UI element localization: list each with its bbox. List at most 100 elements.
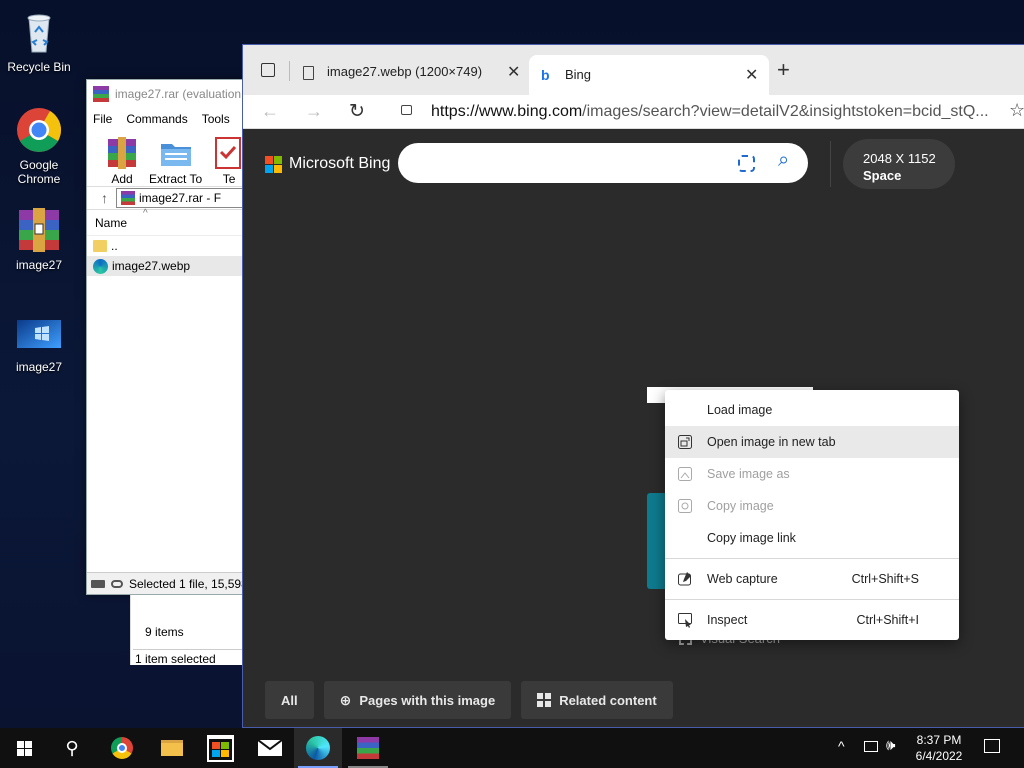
archive-small-icon [121,191,135,205]
menu-item-inspect[interactable]: Inspect Ctrl+Shift+I [665,604,959,636]
menu-item-shortcut: Ctrl+Shift+S [851,572,919,586]
forward-icon[interactable]: → [305,101,323,122]
add-button[interactable]: Add [105,136,139,186]
taskbar-chrome[interactable] [98,728,146,768]
add-archive-icon [105,136,139,170]
image-dimensions: 2048 X 1152 [863,151,936,166]
menu-item-web-capture[interactable]: Web capture Ctrl+Shift+S [665,563,959,595]
taskbar-store[interactable] [196,728,244,768]
taskbar-file-explorer[interactable] [148,728,196,768]
winrar-title: image27.rar (evaluation [115,87,242,101]
tab-related-content[interactable]: Related content [521,681,673,719]
winrar-window: image27.rar (evaluation File Commands To… [86,79,256,595]
desktop-icon-label: Recycle Bin [7,60,71,74]
clock-time: 8:37 PM [916,733,962,747]
edge-icon [306,736,330,760]
microsoft-logo-icon [265,155,282,173]
new-tab-icon [677,434,695,450]
search-button[interactable]: ⚲ [48,728,96,768]
tab-all-label: All [281,692,298,708]
copy-image-icon [677,498,695,514]
menu-file[interactable]: File [93,112,112,126]
start-button[interactable] [0,728,48,768]
desktop-icon-image27-rar[interactable]: image27 [1,206,77,272]
search-icon[interactable]: ⌕ [778,149,789,172]
grid-icon [537,693,552,707]
taskbar-winrar[interactable] [344,728,392,768]
url-path: /images/search?view=detailV2&insightstok… [582,103,989,120]
notifications-icon[interactable] [984,739,1000,753]
tab-title: Bing [565,67,592,82]
recycle-bin-icon [15,8,63,56]
key-icon [111,579,123,588]
winrar-menubar: File Commands Tools [87,108,255,130]
extract-to-button[interactable]: Extract To [149,136,202,186]
image-file-icon [15,318,63,352]
column-header-name[interactable]: Name ^ [87,208,255,236]
search-icon: ⚲ [65,737,79,758]
close-icon[interactable]: ✕ [507,62,520,82]
up-arrow-icon[interactable]: ↑ [101,190,108,206]
menu-item-load-image[interactable]: Load image [665,394,959,426]
menu-item-open-image-new-tab[interactable]: Open image in new tab [665,426,959,458]
refresh-icon[interactable]: ↻ [349,100,365,123]
menu-item-shortcut: Ctrl+Shift+I [856,613,919,627]
winrar-path-field[interactable]: image27.rar - F [116,188,255,208]
column-name-label: Name [95,215,128,230]
back-icon[interactable]: ← [261,101,279,122]
menu-item-copy-image-link[interactable]: Copy image link [665,522,959,554]
web-capture-icon [677,571,695,587]
menu-commands[interactable]: Commands [126,112,187,126]
desktop-icon-chrome[interactable]: Google Chrome [1,106,77,186]
address-bar: ← → ↻ https://www.bing.com/images/search… [243,95,1024,129]
winrar-pathbar: ↑ image27.rar - F [87,186,255,210]
list-item-name: .. [111,239,118,253]
bing-search-input[interactable]: ⌕ [398,143,808,183]
add-button-label: Add [111,172,133,186]
save-image-icon [677,466,695,482]
bing-header: Microsoft Bing ⌕ 2048 X 1152 Space [243,129,1024,199]
bing-icon: b [541,67,550,83]
tab-pages-with-this-image[interactable]: ⊕ Pages with this image [323,681,512,719]
inspect-icon [677,612,695,628]
lock-icon[interactable] [401,105,412,115]
tab-all[interactable]: All [265,681,314,719]
volume-icon[interactable]: 🕪 [886,737,895,754]
items-count: 9 items [145,625,184,639]
extract-folder-icon [159,136,193,170]
bing-logo[interactable]: Microsoft Bing [265,155,390,173]
header-divider [830,141,831,187]
menu-tools[interactable]: Tools [202,112,230,126]
url-field[interactable]: https://www.bing.com/images/search?view=… [431,103,989,121]
tab-bing[interactable]: b Bing ✕ [529,55,769,95]
desktop-icon-recycle-bin[interactable]: Recycle Bin [1,8,77,74]
winrar-archive-icon [15,206,63,254]
menu-separator [665,599,959,600]
menu-item-label: Copy image link [707,531,796,545]
taskbar-edge[interactable] [294,728,342,768]
sort-arrow-icon: ^ [143,208,148,219]
list-item[interactable]: .. [87,236,255,256]
selection-status: 1 item selected [133,649,244,666]
close-icon[interactable]: ✕ [745,65,758,85]
new-tab-button[interactable]: + [777,57,790,83]
menu-item-save-image-as[interactable]: Save image as [665,458,959,490]
visual-search-icon[interactable] [738,155,755,172]
image-space-label: Space [863,168,902,183]
context-menu: Load image Open image in new tab Save im… [665,390,959,640]
favorites-star-icon[interactable]: ☆ [1009,100,1024,121]
network-icon[interactable] [864,741,878,752]
folder-icon [161,740,183,756]
desktop-icon-image27-file[interactable]: image27 [1,318,77,374]
extract-to-label: Extract To [149,172,203,186]
desktop-icon-label: Google Chrome [17,158,61,186]
winrar-titlebar[interactable]: image27.rar (evaluation [87,80,255,108]
tab-actions-icon[interactable] [261,63,275,77]
tab-image27-webp[interactable]: image27.webp (1200×749) ✕ [297,55,527,89]
taskbar-clock[interactable]: 8:37 PM 6/4/2022 [905,732,973,764]
taskbar-mail[interactable] [246,728,294,768]
list-item[interactable]: image27.webp [87,256,255,276]
chevron-up-icon[interactable]: ^ [838,738,845,754]
clock-date: 6/4/2022 [915,749,963,763]
menu-item-copy-image[interactable]: Copy image [665,490,959,522]
